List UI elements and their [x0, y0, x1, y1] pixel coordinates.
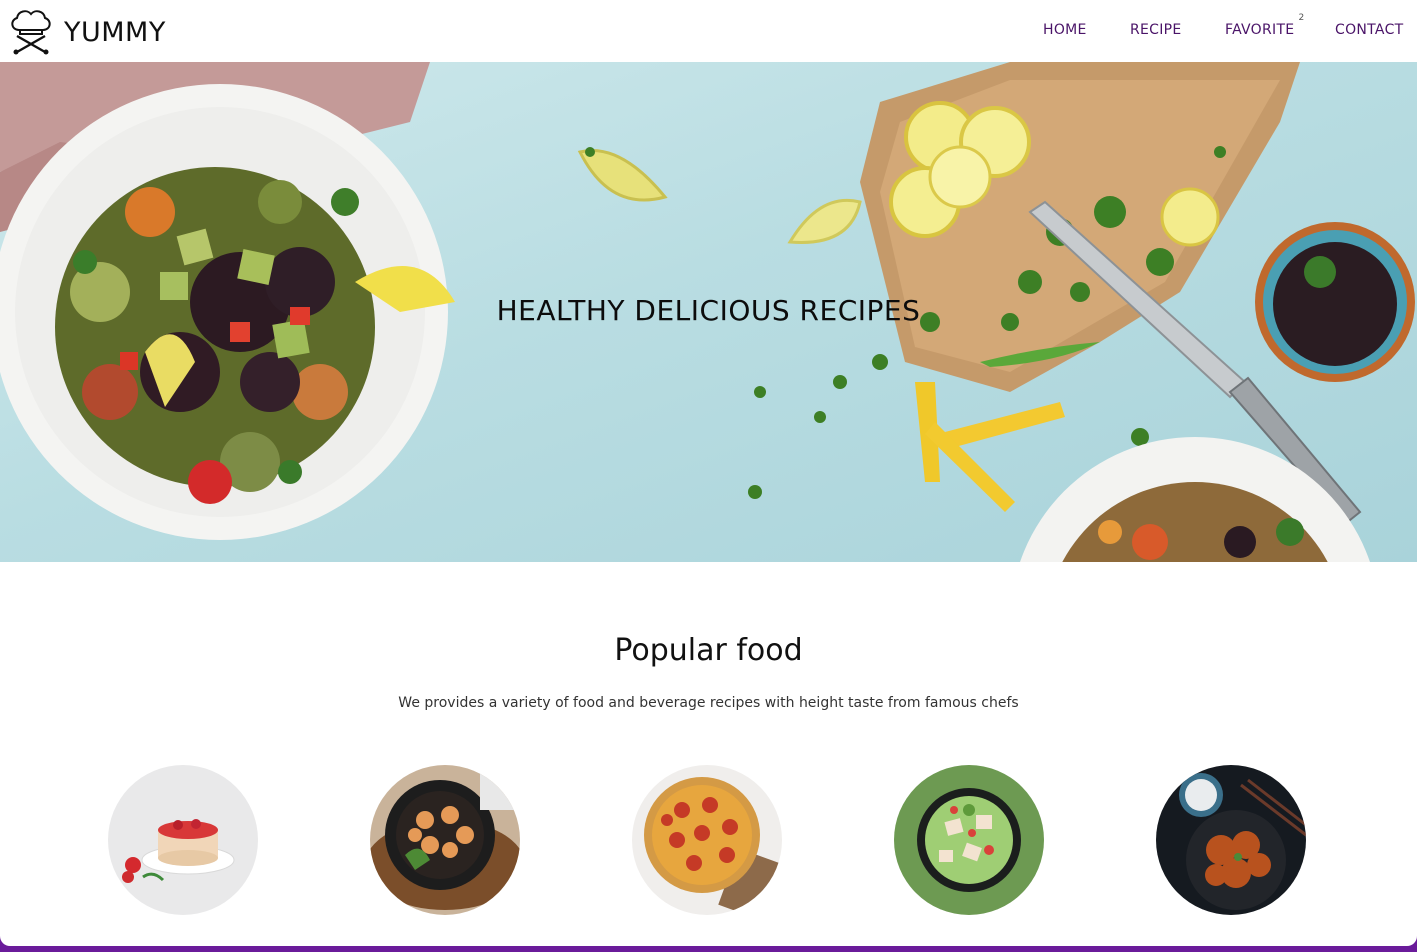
pizza-image [632, 765, 782, 915]
hero-banner: HEALTHY DELICIOUS RECIPES [0, 62, 1417, 562]
food-card-chicken-wings[interactable] [1156, 765, 1306, 915]
brand-logo[interactable]: YUMMY [7, 8, 166, 56]
hero-title: HEALTHY DELICIOUS RECIPES [496, 294, 921, 327]
food-card-shrimp[interactable] [370, 765, 520, 915]
nav-favorite[interactable]: FAVORITE 2 [1225, 13, 1304, 38]
brand-name: YUMMY [64, 16, 166, 48]
top-navbar: YUMMY HOME RECIPE FAVORITE 2 CONTACT [0, 0, 1417, 62]
food-card-pizza[interactable] [632, 765, 782, 915]
food-card-cheesecake[interactable] [108, 765, 258, 915]
chef-hat-utensils-icon [11, 10, 51, 55]
popular-title: Popular food [614, 633, 803, 668]
food-card-salad[interactable] [894, 765, 1044, 915]
chicken-wings-image [1156, 765, 1306, 915]
nav-home[interactable]: HOME [1043, 22, 1087, 38]
favorite-count-badge: 2 [1298, 13, 1305, 23]
popular-food-list [0, 765, 1417, 915]
cheesecake-image [108, 765, 258, 915]
nav-favorite-label: FAVORITE [1225, 22, 1295, 38]
nav-recipe[interactable]: RECIPE [1130, 22, 1182, 38]
nav-contact[interactable]: CONTACT [1335, 22, 1404, 38]
page: YUMMY HOME RECIPE FAVORITE 2 CONTACT HEA… [0, 0, 1417, 946]
shrimp-skillet-image [370, 765, 520, 915]
salad-bowl-image [894, 765, 1044, 915]
popular-subtitle: We provides a variety of food and bevera… [398, 695, 1019, 711]
